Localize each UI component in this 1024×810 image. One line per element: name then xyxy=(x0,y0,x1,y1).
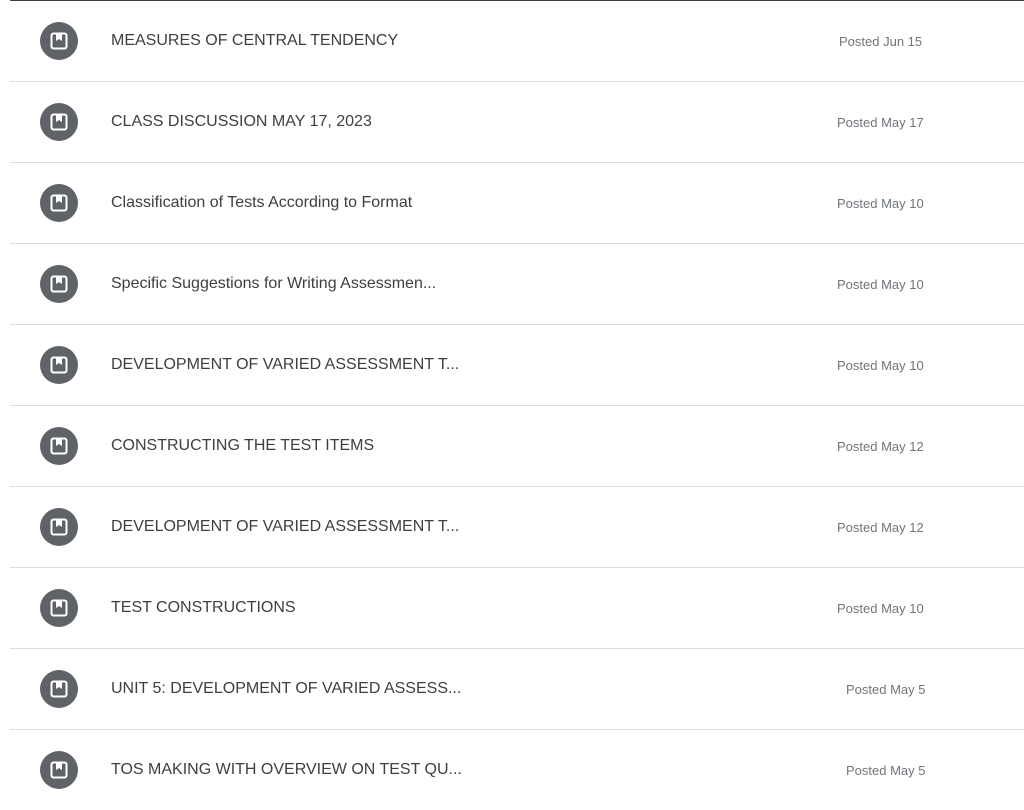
material-bookmark-icon xyxy=(40,22,78,60)
material-bookmark-icon xyxy=(40,670,78,708)
material-item[interactable]: DEVELOPMENT OF VARIED ASSESSMENT T... Po… xyxy=(10,325,1024,406)
material-posted-date: Posted May 10 xyxy=(837,196,924,211)
material-item[interactable]: CONSTRUCTING THE TEST ITEMS Posted May 1… xyxy=(10,406,1024,487)
material-title: UNIT 5: DEVELOPMENT OF VARIED ASSESS... xyxy=(111,680,462,697)
material-bookmark-icon xyxy=(40,589,78,627)
material-posted-date: Posted May 10 xyxy=(837,277,924,292)
material-title: Classification of Tests According to For… xyxy=(111,194,413,211)
material-posted-date: Posted May 17 xyxy=(837,115,924,130)
material-posted-date: Posted May 10 xyxy=(837,601,924,616)
material-posted-date: Posted Jun 15 xyxy=(839,34,923,49)
material-title: DEVELOPMENT OF VARIED ASSESSMENT T... xyxy=(111,356,460,373)
material-bookmark-icon xyxy=(40,751,78,789)
material-bookmark-icon xyxy=(40,265,78,303)
material-bookmark-icon xyxy=(40,103,78,141)
material-title: DEVELOPMENT OF VARIED ASSESSMENT T... xyxy=(111,518,460,535)
material-posted-date: Posted May 12 xyxy=(837,439,924,454)
material-item[interactable]: CLASS DISCUSSION MAY 17, 2023 Posted May… xyxy=(10,82,1024,163)
material-title: MEASURES OF CENTRAL TENDENCY xyxy=(111,32,399,49)
material-title: TOS MAKING WITH OVERVIEW ON TEST QU... xyxy=(111,761,462,778)
material-title: Specific Suggestions for Writing Assessm… xyxy=(111,275,437,292)
material-title: CLASS DISCUSSION MAY 17, 2023 xyxy=(111,113,372,130)
material-bookmark-icon xyxy=(40,508,78,546)
material-title: TEST CONSTRUCTIONS xyxy=(111,599,296,616)
material-bookmark-icon xyxy=(40,184,78,222)
material-posted-date: Posted May 10 xyxy=(837,358,924,373)
material-bookmark-icon xyxy=(40,346,78,384)
material-posted-date: Posted May 5 xyxy=(846,763,926,778)
material-item[interactable]: TEST CONSTRUCTIONS Posted May 10 xyxy=(10,568,1024,649)
material-posted-date: Posted May 5 xyxy=(846,682,926,697)
material-item[interactable]: UNIT 5: DEVELOPMENT OF VARIED ASSESS... … xyxy=(10,649,1024,730)
material-item[interactable]: Specific Suggestions for Writing Assessm… xyxy=(10,244,1024,325)
material-item[interactable]: TOS MAKING WITH OVERVIEW ON TEST QU... P… xyxy=(10,730,1024,810)
material-bookmark-icon xyxy=(40,427,78,465)
material-item[interactable]: MEASURES OF CENTRAL TENDENCY Posted Jun … xyxy=(10,1,1024,82)
material-posted-date: Posted May 12 xyxy=(837,520,924,535)
material-item[interactable]: Classification of Tests According to For… xyxy=(10,163,1024,244)
material-item[interactable]: DEVELOPMENT OF VARIED ASSESSMENT T... Po… xyxy=(10,487,1024,568)
materials-list: MEASURES OF CENTRAL TENDENCY Posted Jun … xyxy=(10,1,1024,810)
material-title: CONSTRUCTING THE TEST ITEMS xyxy=(111,437,375,454)
